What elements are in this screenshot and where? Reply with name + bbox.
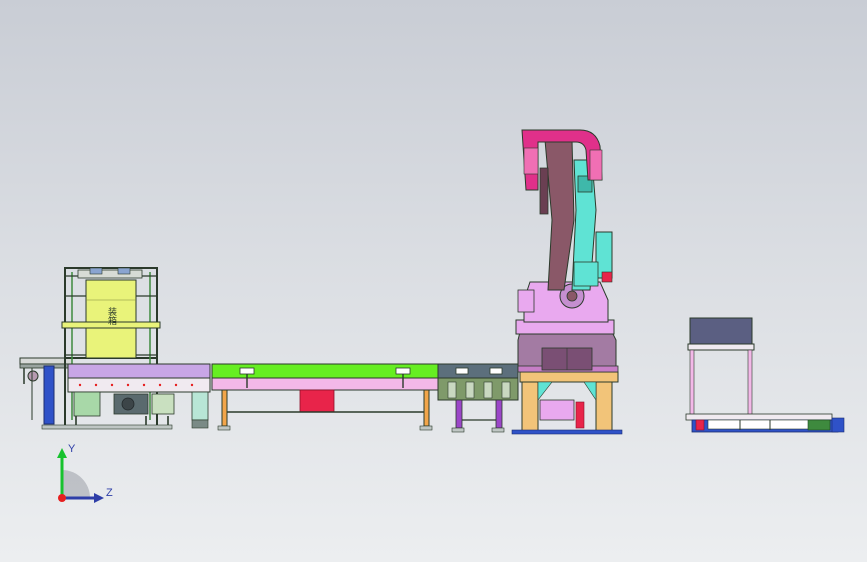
- robot-lower-arm[interactable]: [539, 139, 575, 291]
- stacker-unit[interactable]: 装箱: [19, 267, 211, 430]
- axis-triad: Y Z: [57, 443, 113, 503]
- z-axis-label: Z: [106, 487, 113, 499]
- transfer-conveyor[interactable]: [437, 363, 519, 433]
- robot-pedestal[interactable]: [511, 371, 623, 435]
- stacker-bag-label: 装箱: [106, 306, 117, 326]
- stacker-bag[interactable]: 装箱: [61, 279, 161, 359]
- triad-plane-wedge: [62, 470, 90, 498]
- y-axis-arrowhead: [57, 448, 67, 458]
- main-conveyor[interactable]: [211, 363, 439, 431]
- z-axis-arrowhead: [94, 493, 104, 503]
- assembly-scene: 装箱: [19, 129, 845, 435]
- palletizing-robot[interactable]: [511, 129, 623, 435]
- y-axis-label: Y: [68, 443, 76, 455]
- robot-base[interactable]: [515, 319, 619, 373]
- pallet-station[interactable]: [685, 317, 845, 433]
- cad-viewport[interactable]: 装箱 Y Z: [0, 0, 867, 562]
- stacker-base[interactable]: [41, 363, 211, 430]
- triad-origin: [58, 494, 66, 502]
